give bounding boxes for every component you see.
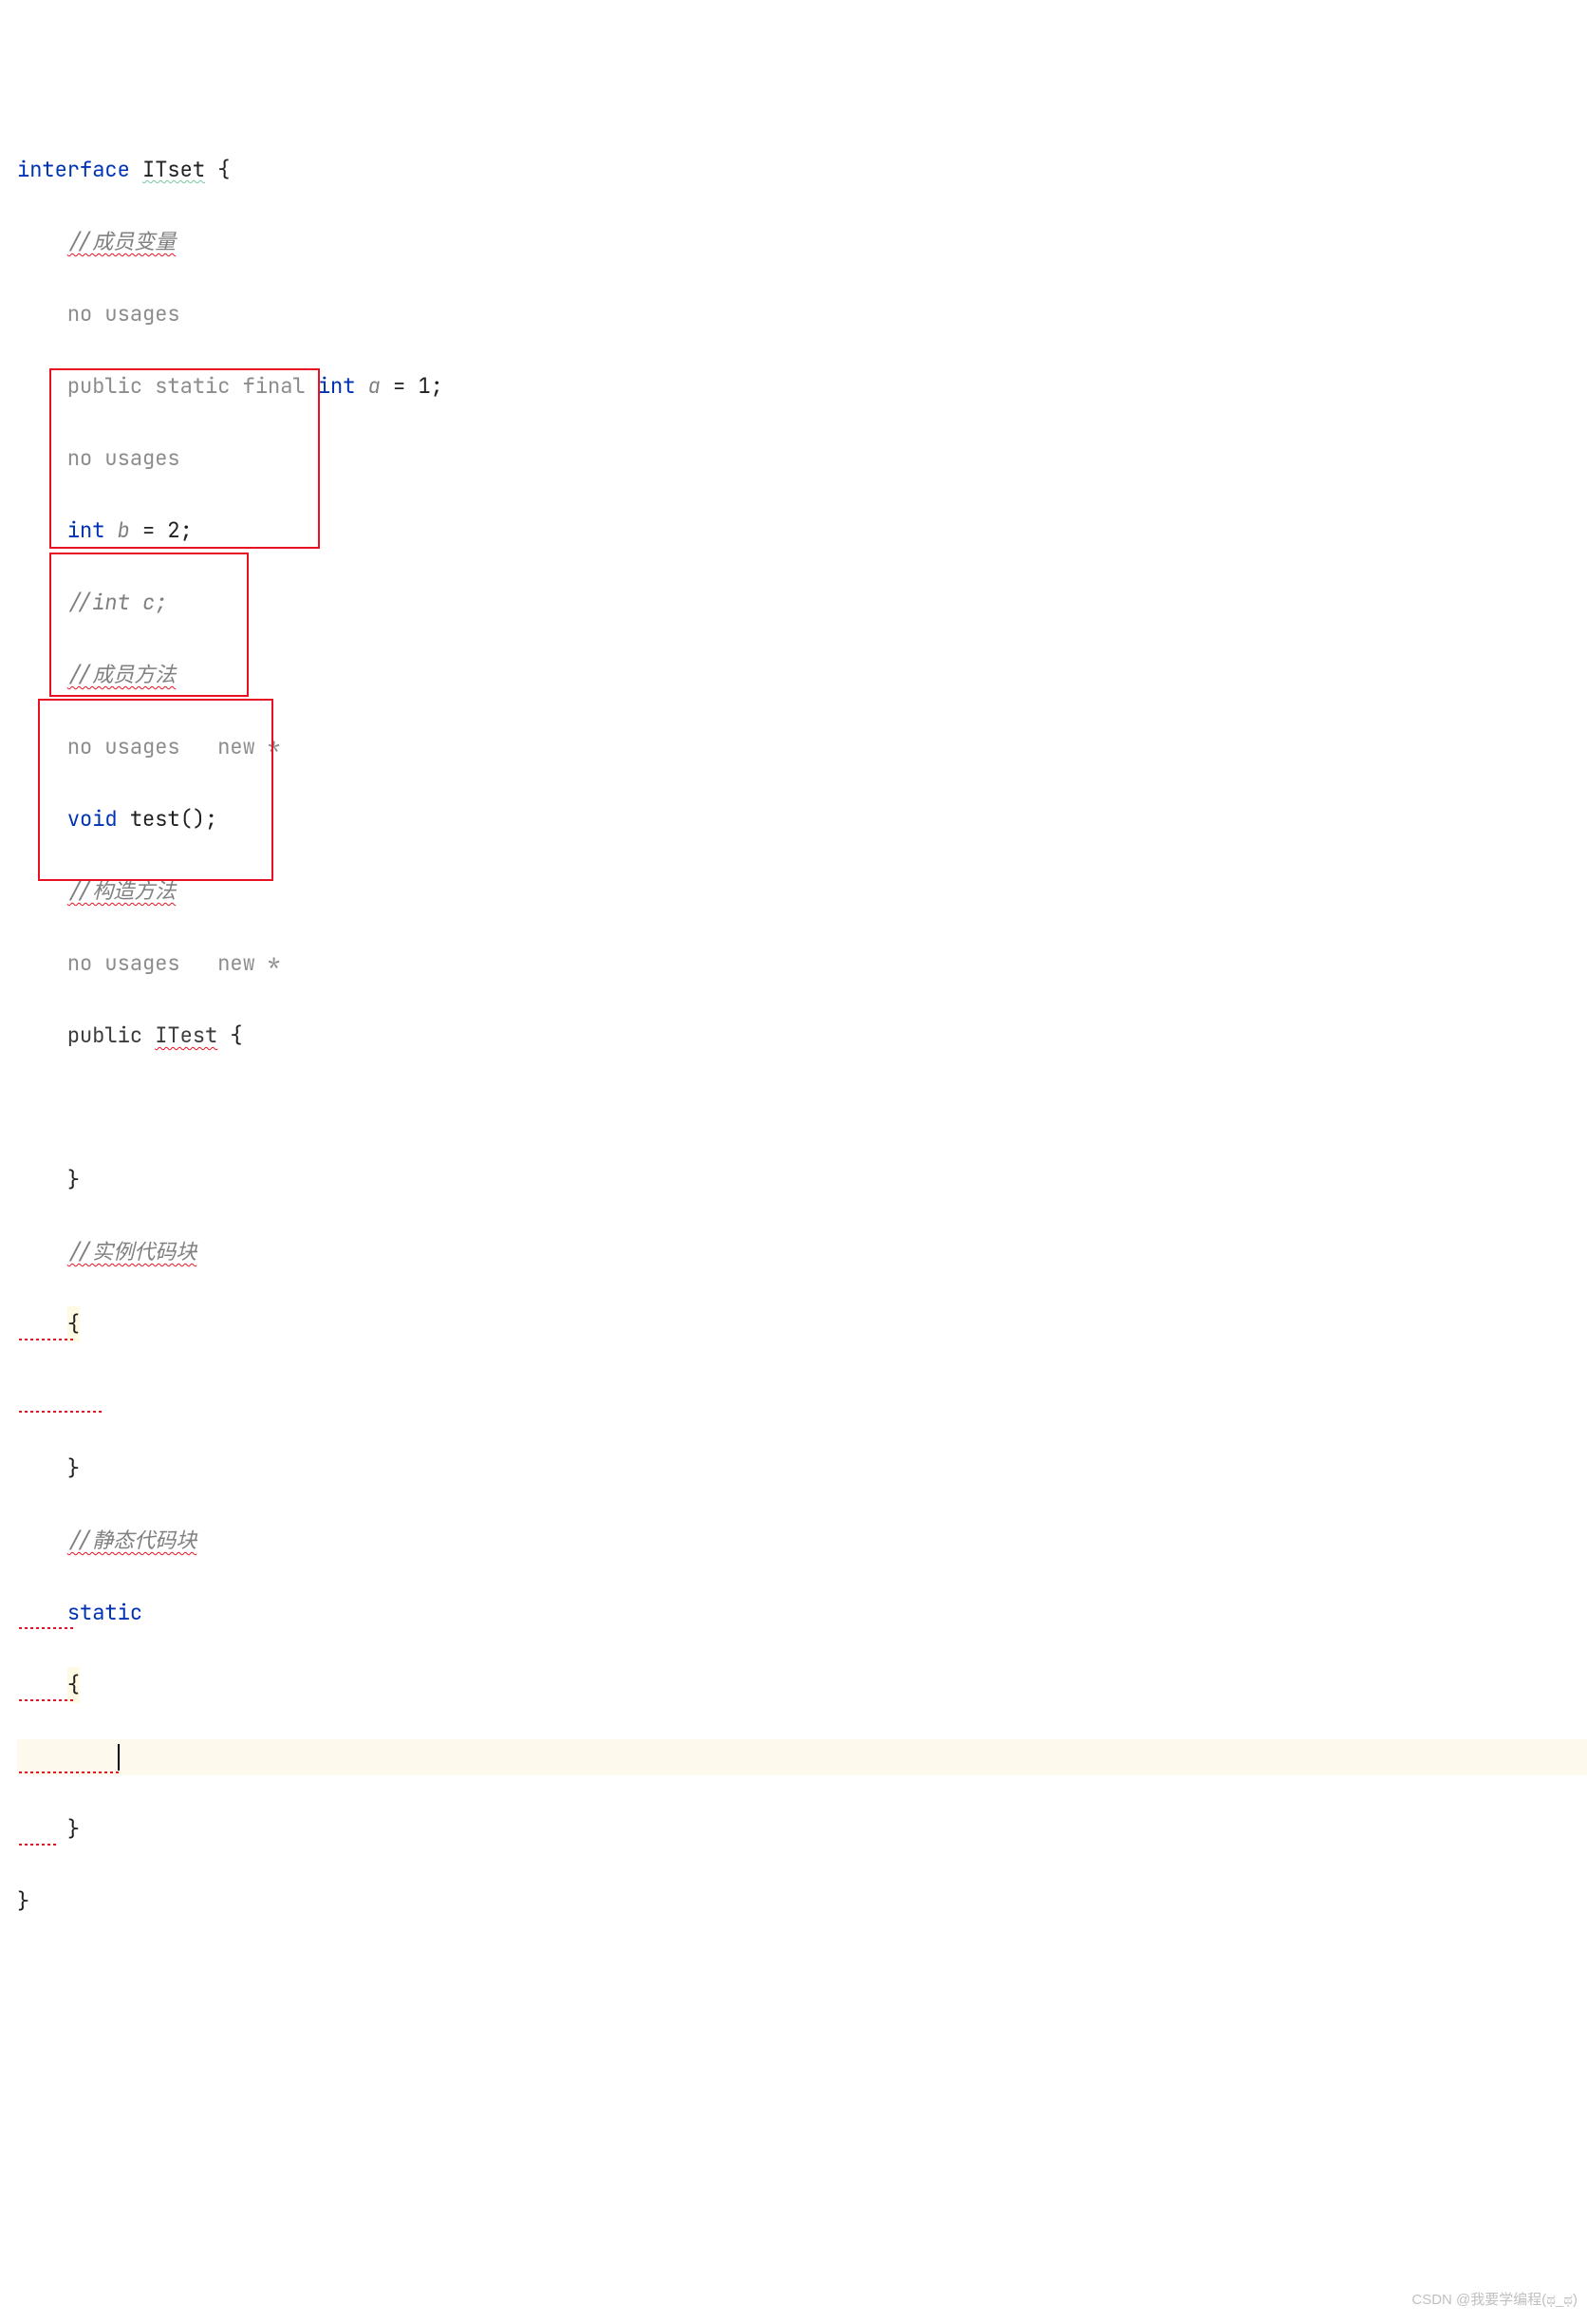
keyword-static: static	[67, 1599, 142, 1626]
usage-hint: no usages	[67, 733, 180, 760]
brace: {	[217, 156, 230, 183]
comment: //静态代码块	[67, 1527, 196, 1554]
error-underline-icon	[19, 1411, 104, 1413]
watermark: CSDN @我要学编程(ಥ_ಥ)	[1411, 2282, 1578, 2318]
code-line[interactable]: }	[17, 1884, 1587, 1920]
code-line[interactable]: //成员变量	[17, 224, 1587, 260]
usage-hint: new *	[217, 733, 280, 760]
code-line[interactable]: no usages	[17, 296, 1587, 332]
usage-hint: new *	[217, 949, 280, 977]
var-name: b	[104, 516, 142, 544]
usage-hint: no usages	[67, 300, 180, 328]
brace: }	[67, 1166, 80, 1193]
annotation-box-3	[38, 699, 273, 881]
error-underline-icon	[19, 1844, 57, 1846]
usage-hint: no usages	[67, 444, 180, 472]
error-underline-icon	[19, 1699, 74, 1701]
code-line[interactable]: static	[17, 1595, 1587, 1631]
code-line[interactable]: //int c;	[17, 585, 1587, 621]
code-line[interactable]: public static final int a = 1;	[17, 368, 1587, 404]
var-name: a	[355, 372, 393, 400]
error-underline-icon	[19, 1339, 74, 1340]
code-line[interactable]: }	[17, 1451, 1587, 1487]
code-line[interactable]: //静态代码块	[17, 1523, 1587, 1559]
type-name: ITest	[155, 1021, 217, 1049]
code-line[interactable]: no usages new *	[17, 729, 1587, 765]
code-line[interactable]	[17, 1090, 1587, 1126]
method-name: test	[118, 805, 180, 833]
comment: //成员方法	[67, 661, 176, 688]
code-line[interactable]: }	[17, 1162, 1587, 1198]
code-line-caret[interactable]	[17, 1739, 1587, 1775]
code-line[interactable]	[17, 1378, 1587, 1415]
code-line[interactable]: public ITest {	[17, 1018, 1587, 1054]
modifier: public static final	[67, 372, 318, 400]
comment: //构造方法	[67, 877, 176, 905]
code-line[interactable]: //构造方法	[17, 873, 1587, 909]
code-line[interactable]: void test();	[17, 801, 1587, 837]
brace: {	[67, 1671, 80, 1698]
comment: //成员变量	[67, 228, 176, 255]
comment: //int c;	[67, 589, 168, 616]
usage-hint: no usages	[67, 949, 180, 977]
keyword-interface: interface	[17, 156, 130, 183]
brace: {	[67, 1310, 80, 1338]
modifier: public	[67, 1021, 155, 1049]
code-line[interactable]: no usages	[17, 440, 1587, 477]
code-line[interactable]: //成员方法	[17, 657, 1587, 693]
error-underline-icon	[19, 1771, 121, 1773]
code-line[interactable]: no usages new *	[17, 946, 1587, 982]
code-line[interactable]: interface ITset {	[17, 152, 1587, 188]
keyword-int: int	[318, 372, 356, 400]
brace: }	[17, 1887, 29, 1915]
comment: //实例代码块	[67, 1238, 196, 1265]
error-underline-icon	[19, 1627, 74, 1629]
keyword-void: void	[67, 805, 118, 833]
brace: }	[67, 1815, 80, 1843]
brace: }	[67, 1454, 80, 1482]
text-caret	[118, 1744, 120, 1771]
code-line[interactable]: //实例代码块	[17, 1234, 1587, 1270]
code-line[interactable]: }	[17, 1811, 1587, 1847]
code-line[interactable]: int b = 2;	[17, 513, 1587, 549]
code-line[interactable]: {	[17, 1306, 1587, 1342]
code-line[interactable]: {	[17, 1667, 1587, 1703]
keyword-int: int	[67, 516, 105, 544]
type-name: ITset	[142, 156, 205, 183]
